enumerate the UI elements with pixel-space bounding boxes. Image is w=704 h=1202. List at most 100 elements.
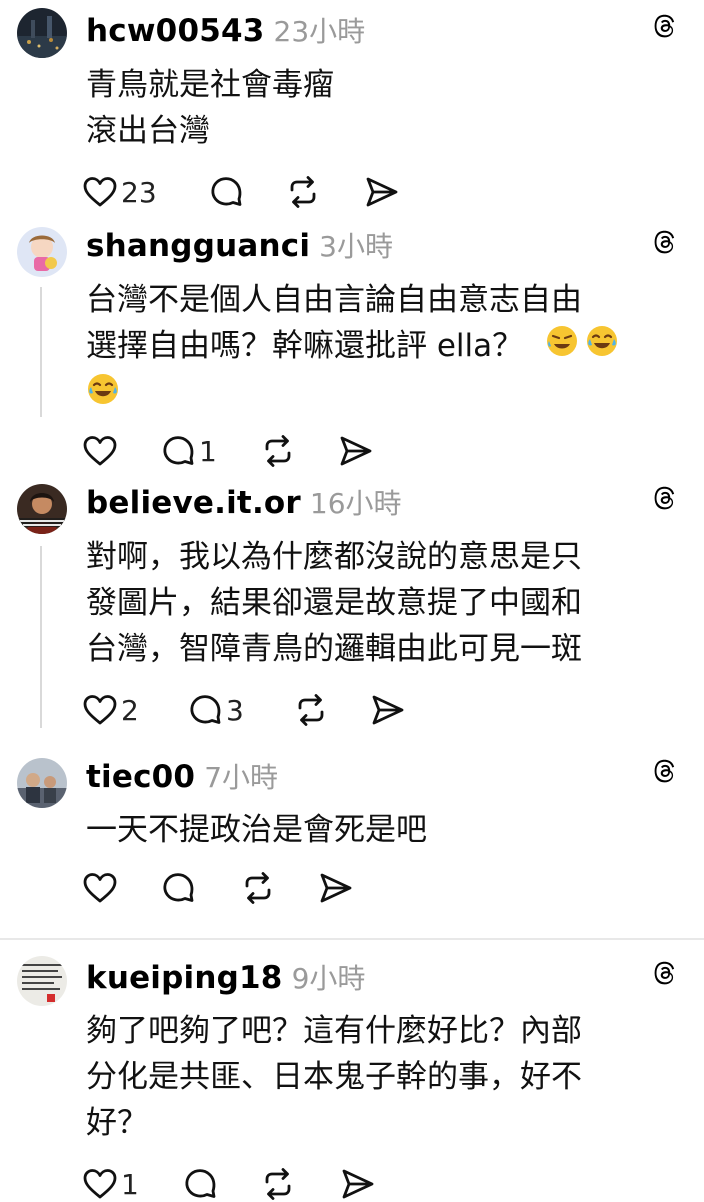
threads-logo-icon[interactable] [650,227,680,257]
repost-icon [265,1168,291,1200]
avatar[interactable] [17,484,67,534]
share-button[interactable] [338,433,374,469]
send-icon [340,436,372,466]
username[interactable]: tiec00 [86,759,195,795]
post-text: 夠了吧夠了吧？這有什麼好比？內部 分化是共匪、日本鬼子幹的事，好不 好？ [86,1008,582,1146]
username[interactable]: hcw00543 [86,13,265,49]
text-line: 對啊，我以為什麼都沒說的意思是只 [86,539,582,575]
threads-logo-icon[interactable] [650,958,680,988]
joy-emoji-icon [585,324,619,371]
share-button[interactable] [318,870,354,906]
avatar[interactable] [17,758,67,808]
heart-icon [83,436,117,466]
post-header: hcw00543 23小時 [86,10,365,50]
thread-line [40,287,42,417]
like-button[interactable]: 1 [82,1166,139,1202]
like-button[interactable] [82,870,118,906]
timestamp: 9小時 [291,962,366,995]
post-tiec00: tiec00 7小時 一天不提政治是會死是吧 [0,740,704,940]
post-text: 台灣不是個人自由言論自由意志自由 選擇自由嗎？幹嘛還批評 ella？ [86,277,619,419]
repost-icon [290,176,316,208]
avatar[interactable] [17,8,67,58]
text-line-content: 選擇自由嗎？幹嘛還批評 ella？ [86,328,524,364]
repost-icon [265,435,291,467]
post-shangguanci: shangguanci 3小時 台灣不是個人自由言論自由意志自由 選擇自由嗎？幹… [0,225,704,480]
comment-bubble-icon [163,873,194,902]
post-text: 一天不提政治是會死是吧 [86,807,427,853]
text-line: 選擇自由嗎？幹嘛還批評 ella？ [86,323,619,371]
share-button[interactable] [340,1166,376,1202]
repost-icon [245,872,271,904]
reply-button[interactable] [182,1166,218,1202]
post-header: shangguanci 3小時 [86,225,393,265]
text-line: 一天不提政治是會死是吧 [86,812,427,848]
post-text: 青鳥就是社會毒瘤 滾出台灣 [86,62,334,154]
avatar[interactable] [17,956,67,1006]
like-button[interactable]: 2 [82,692,139,728]
like-count: 23 [121,175,157,209]
repost-button[interactable] [260,1166,296,1202]
joy-emoji-icon [86,372,120,419]
username[interactable]: believe.it.or [86,485,301,521]
post-text: 對啊，我以為什麼都沒說的意思是只 發圖片，結果卻還是故意提了中國和 台灣，智障青… [86,534,582,672]
like-button[interactable] [82,433,118,469]
timestamp: 3小時 [319,230,393,263]
threads-logo-icon[interactable] [650,756,680,786]
threads-logo-icon[interactable] [650,11,680,41]
timestamp: 7小時 [204,761,279,794]
username[interactable]: kueiping18 [86,960,283,996]
post-believe-it-or: believe.it.or 16小時 對啊，我以為什麼都沒說的意思是只 發圖片，… [0,480,704,740]
avatar[interactable] [17,227,67,277]
text-line: 夠了吧夠了吧？這有什麼好比？內部 [86,1013,582,1049]
like-count: 2 [121,693,139,727]
action-bar [82,870,482,906]
share-button[interactable] [370,692,406,728]
reply-button[interactable]: 3 [187,692,244,728]
like-button[interactable]: 23 [82,174,157,210]
reply-button[interactable] [160,870,196,906]
action-bar: 1 [82,1166,482,1202]
share-button[interactable] [364,174,400,210]
comment-bubble-icon [185,1169,216,1198]
reply-button[interactable] [208,174,244,210]
reply-button[interactable]: 1 [160,433,217,469]
text-line [80,371,619,419]
repost-button[interactable] [285,174,321,210]
post-header: believe.it.or 16小時 [86,482,402,522]
heart-icon [83,1169,117,1199]
username[interactable]: shangguanci [86,228,310,264]
reply-count: 1 [199,434,217,468]
comment-bubble-icon [163,436,194,465]
text-line: 發圖片，結果卻還是故意提了中國和 [86,585,582,621]
heart-icon [83,695,117,725]
post-hcw00543: hcw00543 23小時 青鳥就是社會毒瘤 滾出台灣 23 [0,0,704,225]
repost-button[interactable] [293,692,329,728]
send-icon [342,1169,374,1199]
repost-button[interactable] [240,870,276,906]
post-header: kueiping18 9小時 [86,957,365,997]
text-line: 好？ [86,1105,148,1141]
heart-icon [83,177,117,207]
comment-bubble-icon [211,177,242,206]
thread-line [40,546,42,728]
repost-button[interactable] [260,433,296,469]
threads-logo-icon[interactable] [650,483,680,513]
like-count: 1 [121,1167,139,1201]
comment-bubble-icon [190,695,221,724]
send-icon [320,873,352,903]
send-icon [366,177,398,207]
post-header: tiec00 7小時 [86,756,278,796]
timestamp: 23小時 [273,15,366,48]
rofl-emoji-icon [545,324,579,371]
timestamp: 16小時 [309,487,402,520]
text-line: 台灣，智障青鳥的邏輯由此可見一斑 [86,631,582,667]
action-bar: 1 [82,433,482,469]
action-bar: 23 [82,174,482,210]
reply-count: 3 [226,693,244,727]
text-line: 台灣不是個人自由言論自由意志自由 [86,282,582,318]
text-line: 滾出台灣 [86,113,210,149]
text-line: 青鳥就是社會毒瘤 [86,67,334,103]
action-bar: 2 3 [82,692,482,728]
text-line: 分化是共匪、日本鬼子幹的事，好不 [86,1059,582,1095]
send-icon [372,695,404,725]
